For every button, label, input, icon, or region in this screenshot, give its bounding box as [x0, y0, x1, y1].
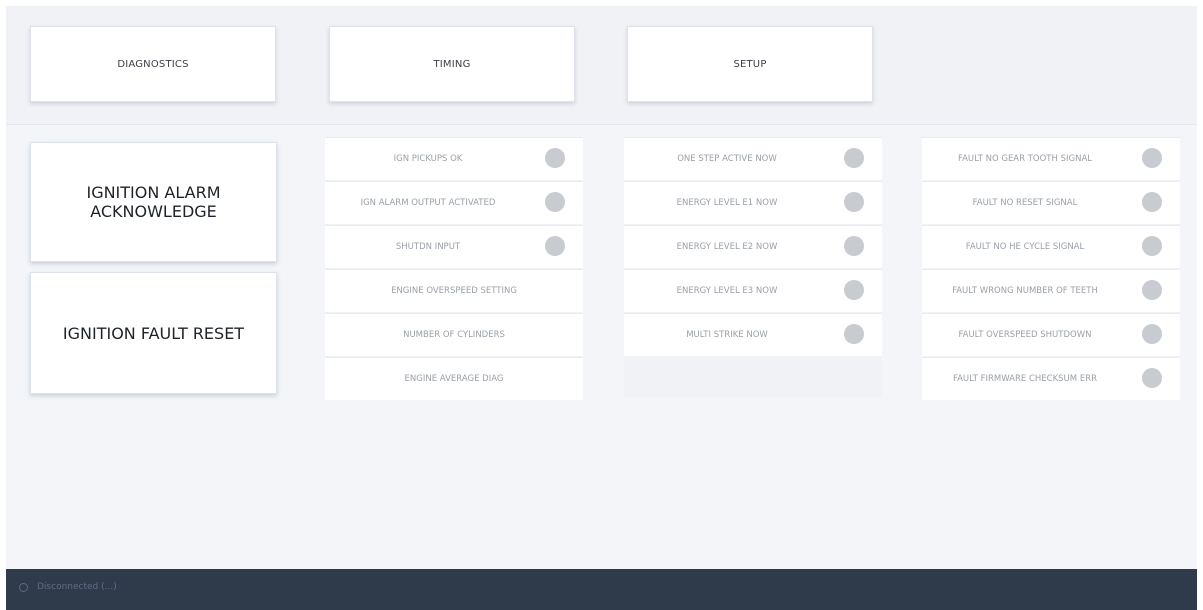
status-row-label: FAULT WRONG NUMBER OF TEETH [952, 286, 1098, 296]
status-row-label: ENERGY LEVEL E2 NOW [676, 242, 778, 252]
status-led-indicator [844, 280, 864, 300]
status-row-label: FAULT NO RESET SIGNAL [972, 198, 1078, 208]
status-led-indicator [1142, 368, 1162, 388]
status-led-indicator [1142, 324, 1162, 344]
status-led-indicator [545, 192, 565, 212]
status-row-label: ENGINE OVERSPEED SETTING [391, 286, 517, 296]
status-row: IGN PICKUPS OK [325, 137, 583, 180]
status-row-label: FAULT OVERSPEED SHUTDOWN [958, 330, 1092, 340]
status-led-indicator [1142, 236, 1162, 256]
status-row: ENERGY LEVEL E3 NOW [624, 269, 882, 312]
status-column-3: FAULT NO GEAR TOOTH SIGNAL FAULT NO RESET… [922, 137, 1180, 400]
status-row: FAULT FIRMWARE CHECKSUM ERR [922, 357, 1180, 400]
status-led-indicator [844, 324, 864, 344]
diagnostics-nav-button[interactable]: DIAGNOSTICS [30, 26, 276, 102]
status-led-indicator [844, 148, 864, 168]
nav-divider [6, 124, 1197, 125]
status-row: FAULT NO HE CYCLE SIGNAL [922, 225, 1180, 268]
status-row: SHUTDN INPUT [325, 225, 583, 268]
status-led-indicator [844, 236, 864, 256]
status-led-indicator [1142, 192, 1162, 212]
status-row-label: FAULT NO HE CYCLE SIGNAL [965, 242, 1085, 252]
status-column-2: ONE STEP ACTIVE NOW ENERGY LEVEL E1 NOW EN… [624, 137, 882, 398]
status-row-label: ENERGY LEVEL E1 NOW [676, 198, 778, 208]
status-row: FAULT NO RESET SIGNAL [922, 181, 1180, 224]
status-row: ENERGY LEVEL E2 NOW [624, 225, 882, 268]
status-row-label: SHUTDN INPUT [395, 242, 461, 252]
nav-bar: DIAGNOSTICS TIMING SETUP [6, 6, 1197, 124]
status-led-indicator [545, 236, 565, 256]
timing-nav-button[interactable]: TIMING [329, 26, 575, 102]
status-row: ONE STEP ACTIVE NOW [624, 137, 882, 180]
connection-status-icon [19, 583, 28, 592]
status-led-indicator [844, 192, 864, 212]
status-row-label: IGN ALARM OUTPUT ACTIVATED [360, 198, 496, 208]
status-row: FAULT NO GEAR TOOTH SIGNAL [922, 137, 1180, 180]
ignition-fault-reset-button[interactable]: IGNITION FAULT RESET [30, 272, 277, 394]
status-row-label: MULTI STRIKE NOW [686, 330, 768, 340]
status-row-label: FAULT FIRMWARE CHECKSUM ERR [952, 374, 1097, 384]
status-row: IGN ALARM OUTPUT ACTIVATED [325, 181, 583, 224]
status-row: NUMBER OF CYLINDERS [325, 313, 583, 356]
status-row: FAULT WRONG NUMBER OF TEETH [922, 269, 1180, 312]
status-row: ENERGY LEVEL E1 NOW [624, 181, 882, 224]
hmi-screen: DIAGNOSTICS TIMING SETUP IGNITION ALARM … [6, 6, 1197, 569]
connection-status-text: Disconnected (...) [37, 582, 117, 592]
status-led-indicator [1142, 280, 1162, 300]
ignition-alarm-acknowledge-button[interactable]: IGNITION ALARM ACKNOWLEDGE [30, 142, 277, 262]
status-led-indicator [1142, 148, 1162, 168]
status-bar: Disconnected (...) [6, 569, 1197, 610]
status-row: ENGINE AVERAGE DIAG [325, 357, 583, 400]
status-led-indicator [545, 148, 565, 168]
status-row: MULTI STRIKE NOW [624, 313, 882, 356]
status-row-label: NUMBER OF CYLINDERS [403, 330, 505, 340]
status-column-1: IGN PICKUPS OK IGN ALARM OUTPUT ACTIVATED… [325, 137, 583, 400]
status-row-label: ONE STEP ACTIVE NOW [677, 154, 777, 164]
status-row: FAULT OVERSPEED SHUTDOWN [922, 313, 1180, 356]
setup-nav-button[interactable]: SETUP [627, 26, 873, 102]
status-row-label: IGN PICKUPS OK [393, 154, 463, 164]
status-row-label: ENGINE AVERAGE DIAG [404, 374, 504, 384]
status-row: ENGINE OVERSPEED SETTING [325, 269, 583, 312]
status-row-label: FAULT NO GEAR TOOTH SIGNAL [958, 154, 1092, 164]
status-row-label: ENERGY LEVEL E3 NOW [676, 286, 778, 296]
